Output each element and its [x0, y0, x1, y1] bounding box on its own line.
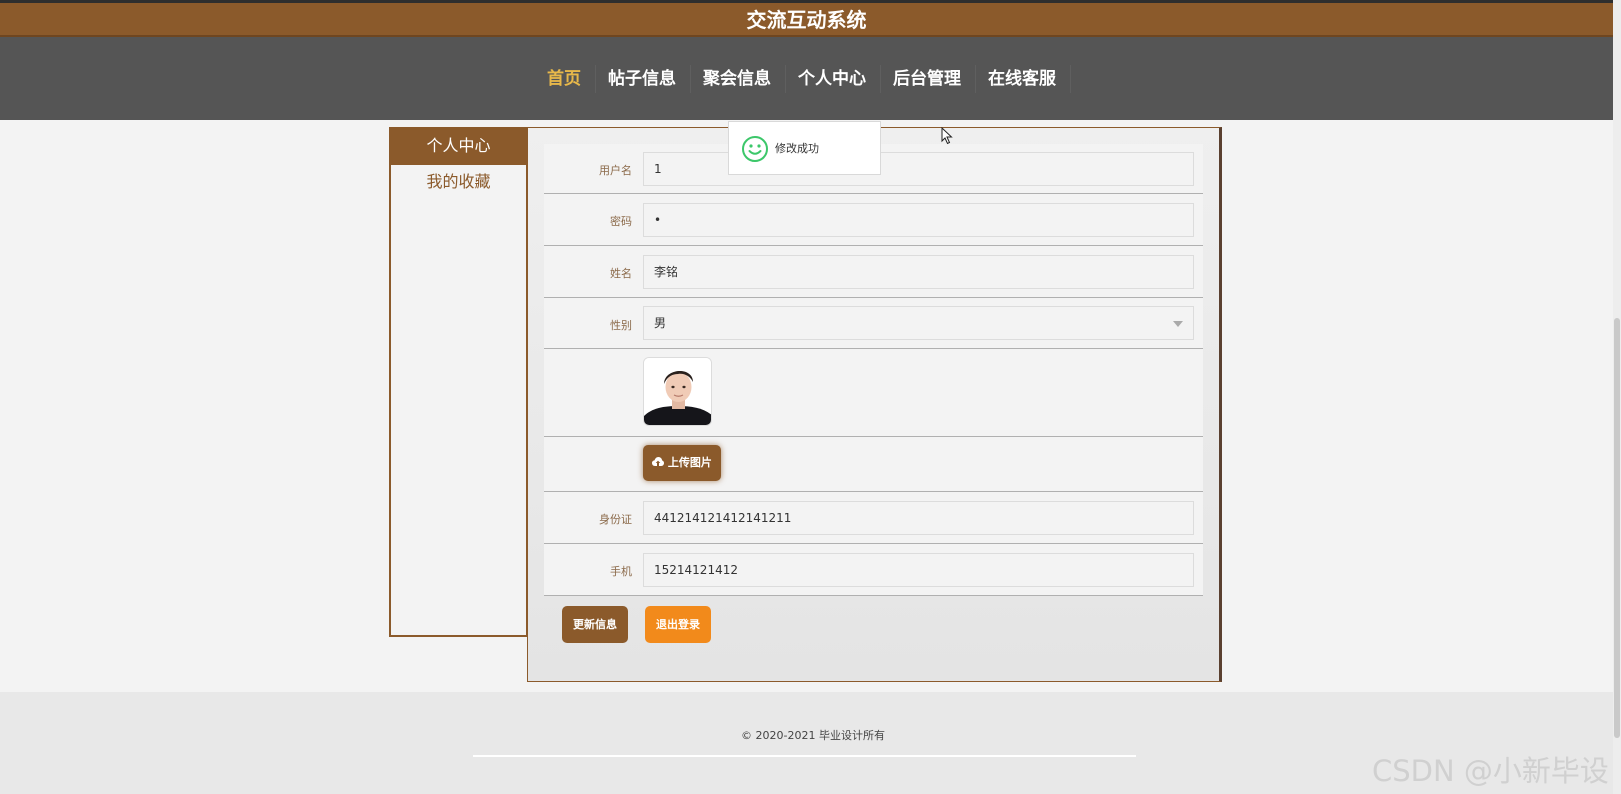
smile-icon [742, 136, 768, 162]
scrollbar-thumb[interactable] [1614, 318, 1620, 738]
id-card-field[interactable]: 441214121412141211 [643, 501, 1194, 535]
cloud-upload-icon [652, 457, 665, 466]
form-row-upload: 上传图片 [544, 437, 1203, 492]
phone-label: 手机 [610, 565, 632, 578]
success-toast: 修改成功 [728, 121, 881, 175]
gender-select[interactable]: 男 [643, 306, 1194, 340]
nav-item-posts[interactable]: 帖子信息 [596, 65, 691, 93]
sidebar-item-favorites[interactable]: 我的收藏 [391, 165, 526, 201]
chevron-down-icon [1173, 321, 1183, 327]
update-info-button[interactable]: 更新信息 [562, 606, 628, 643]
nav-item-home[interactable]: 首页 [535, 65, 596, 93]
id-card-label: 身份证 [599, 513, 632, 526]
toast-message: 修改成功 [775, 142, 819, 155]
profile-panel: 用户名 1 密码 • 姓名 李铭 性别 男 上传图片 身份证 441214121… [527, 127, 1222, 682]
name-label: 姓名 [610, 267, 632, 280]
upload-image-label: 上传图片 [667, 456, 712, 469]
avatar-photo [644, 358, 711, 425]
form-row-gender: 性别 男 [544, 298, 1203, 349]
copyright-text: © 2020-2021 毕业设计所有 [741, 729, 885, 742]
sidebar: 个人中心 我的收藏 [389, 127, 528, 637]
gender-label: 性别 [610, 319, 632, 332]
watermark-text: CSDN @小新毕设 [1372, 754, 1609, 788]
site-title: 交流互动系统 [0, 3, 1613, 37]
password-field[interactable]: • [643, 203, 1194, 237]
profile-form: 用户名 1 密码 • 姓名 李铭 性别 男 上传图片 身份证 441214121… [544, 144, 1203, 596]
form-row-phone: 手机 15214121412 [544, 544, 1203, 596]
username-label: 用户名 [599, 164, 632, 177]
mouse-pointer-icon [941, 126, 953, 149]
form-row-name: 姓名 李铭 [544, 246, 1203, 298]
avatar [643, 357, 712, 426]
main-nav: 首页 帖子信息 聚会信息 个人中心 后台管理 在线客服 [0, 37, 1613, 120]
nav-item-support[interactable]: 在线客服 [976, 65, 1071, 93]
footer-divider [473, 755, 1136, 757]
name-field[interactable]: 李铭 [643, 255, 1194, 289]
gender-select-value: 男 [654, 316, 667, 330]
sidebar-item-profile[interactable]: 个人中心 [391, 129, 526, 165]
phone-field[interactable]: 15214121412 [643, 553, 1194, 587]
nav-item-admin[interactable]: 后台管理 [881, 65, 976, 93]
password-label: 密码 [610, 215, 632, 228]
form-row-id-card: 身份证 441214121412141211 [544, 492, 1203, 544]
form-row-password: 密码 • [544, 194, 1203, 246]
username-field[interactable]: 1 [643, 152, 1194, 186]
logout-button[interactable]: 退出登录 [645, 606, 711, 643]
form-row-avatar [544, 349, 1203, 437]
nav-item-profile[interactable]: 个人中心 [786, 65, 881, 93]
upload-image-button[interactable]: 上传图片 [643, 445, 721, 481]
nav-item-gatherings[interactable]: 聚会信息 [691, 65, 786, 93]
nav-list: 首页 帖子信息 聚会信息 个人中心 后台管理 在线客服 [535, 65, 1071, 93]
